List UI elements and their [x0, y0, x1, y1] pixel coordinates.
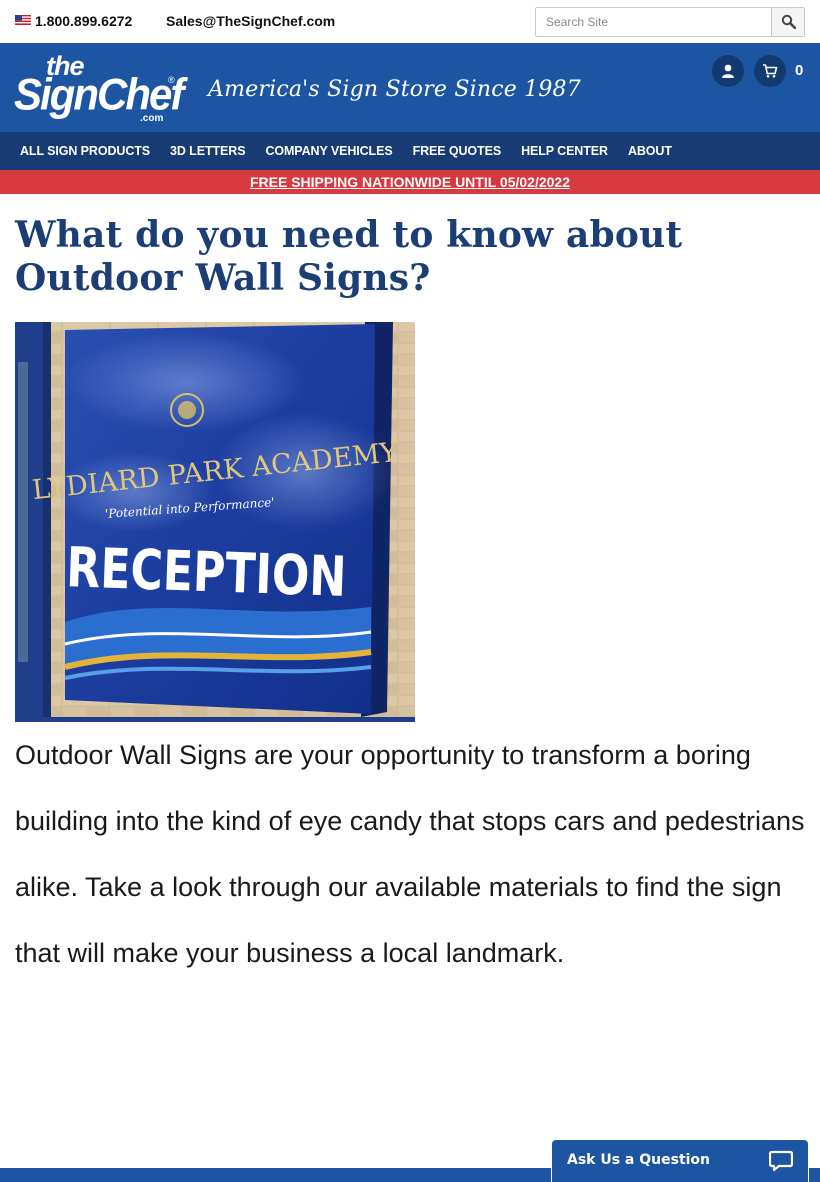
search-input[interactable]	[536, 8, 772, 36]
promo-banner: FREE SHIPPING NATIONWIDE UNTIL 05/02/202…	[0, 170, 820, 194]
nav-item-company-vehicles[interactable]: COMPANY VEHICLES	[265, 144, 392, 158]
nav-item-help-center[interactable]: HELP CENTER	[521, 144, 608, 158]
promo-link[interactable]: FREE SHIPPING NATIONWIDE UNTIL 05/02/202…	[250, 174, 570, 190]
email-link[interactable]: Sales@TheSignChef.com	[166, 13, 335, 29]
us-flag-icon	[15, 15, 31, 25]
intro-paragraph: Outdoor Wall Signs are your opportunity …	[15, 740, 805, 968]
search-button[interactable]	[771, 8, 804, 36]
ask-question-chat-button[interactable]: Ask Us a Question	[552, 1140, 808, 1182]
account-button[interactable]	[712, 55, 744, 87]
tagline: America's Sign Store Since 1987	[208, 77, 581, 102]
site-header: the SignChef ® .com America's Sign Store…	[0, 43, 820, 132]
page-title: What do you need to know about Outdoor W…	[15, 214, 683, 299]
nav-item-3d-letters[interactable]: 3D LETTERS	[170, 144, 246, 158]
cart-count[interactable]: 0	[795, 62, 803, 79]
utility-bar: 1.800.899.6272 Sales@TheSignChef.com	[0, 0, 820, 43]
user-icon	[722, 64, 734, 78]
chat-label: Ask Us a Question	[567, 1152, 711, 1168]
nav-item-free-quotes[interactable]: FREE QUOTES	[413, 144, 502, 158]
main-nav: ALL SIGN PRODUCTS 3D LETTERS COMPANY VEH…	[0, 132, 820, 170]
logo-com: .com	[140, 113, 164, 124]
nav-item-all-sign-products[interactable]: ALL SIGN PRODUCTS	[20, 144, 150, 158]
phone-number[interactable]: 1.800.899.6272	[35, 13, 132, 29]
cart-button[interactable]	[754, 55, 786, 87]
sign-reception: RECEPTION	[65, 535, 347, 609]
logo-registered-mark: ®	[168, 75, 175, 85]
chat-bubble-icon	[769, 1150, 793, 1172]
outdoor-wall-sign-photo: LYDIARD PARK ACADEMY 'Potential into Per…	[15, 322, 415, 722]
nav-item-about[interactable]: ABOUT	[628, 144, 672, 158]
site-logo[interactable]: the SignChef ® .com	[14, 51, 184, 126]
search-icon	[781, 14, 796, 29]
search-box	[535, 7, 805, 37]
product-photo: LYDIARD PARK ACADEMY 'Potential into Per…	[15, 322, 415, 722]
cart-icon	[763, 64, 778, 78]
